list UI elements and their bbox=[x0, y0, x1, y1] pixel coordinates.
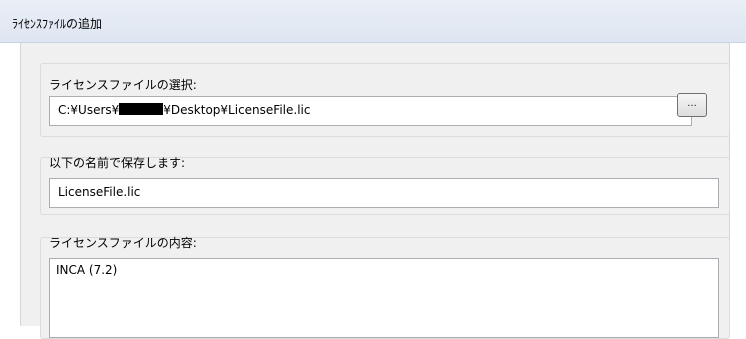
save-as-filename-value: LicenseFile.lic bbox=[58, 185, 141, 199]
dialog-body: ライセンスファイルの選択: C:¥Users¥ ¥Desktop¥LicenseF… bbox=[20, 43, 730, 339]
save-as-filename-input[interactable]: LicenseFile.lic bbox=[49, 178, 719, 208]
redacted-username bbox=[119, 103, 164, 115]
license-contents-group: ライセンスファイルの内容: INCA (7.2) bbox=[40, 236, 730, 339]
browse-button[interactable]: ... bbox=[677, 93, 707, 117]
dialog-title: ﾗｲｾﾝｽﾌｧｲﾙの追加 bbox=[12, 17, 103, 31]
path-suffix: ¥Desktop¥LicenseFile.lic bbox=[163, 103, 311, 117]
license-file-select-label: ライセンスファイルの選択: bbox=[49, 78, 197, 92]
dialog-titlebar: ﾗｲｾﾝｽﾌｧｲﾙの追加 bbox=[0, 0, 746, 43]
save-as-group: 以下の名前で保存します: LicenseFile.lic bbox=[40, 156, 730, 215]
save-as-label: 以下の名前で保存します: bbox=[49, 156, 186, 170]
license-contents-textarea[interactable]: INCA (7.2) bbox=[49, 258, 719, 338]
path-prefix: C:¥Users¥ bbox=[58, 103, 120, 117]
add-license-dialog: ﾗｲｾﾝｽﾌｧｲﾙの追加 ライセンスファイルの選択: C:¥Users¥ ¥Des… bbox=[0, 0, 746, 339]
license-file-path-input[interactable]: C:¥Users¥ ¥Desktop¥LicenseFile.lic bbox=[49, 96, 692, 126]
license-contents-label: ライセンスファイルの内容: bbox=[49, 236, 197, 250]
license-file-select-group: ライセンスファイルの選択: C:¥Users¥ ¥Desktop¥LicenseF… bbox=[40, 63, 730, 137]
